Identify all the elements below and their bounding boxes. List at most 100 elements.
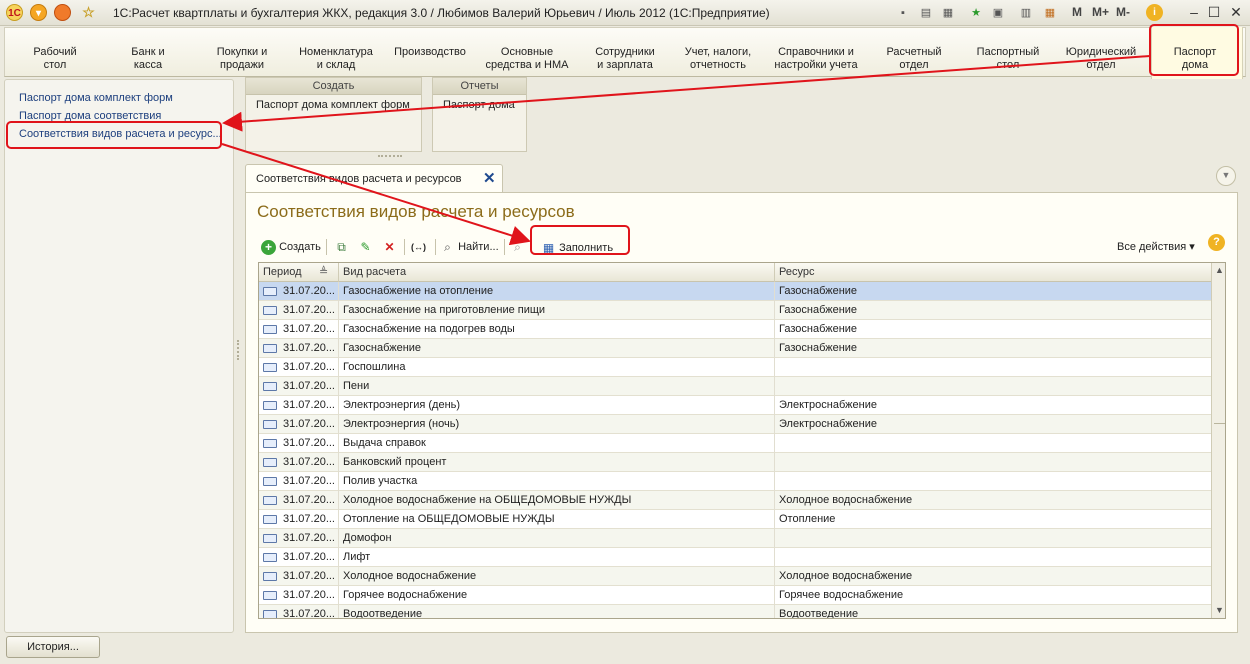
section-production[interactable]: Производство: [394, 46, 466, 59]
period-value: 31.07.20...: [283, 380, 335, 392]
period-cell: 31.07.20...: [259, 339, 339, 358]
record-icon: [263, 591, 277, 600]
column-kind[interactable]: Вид расчета: [339, 263, 775, 282]
table-row[interactable]: 31.07.20... Отопление на ОБЩЕДОМОВЫЕ НУЖД…: [259, 510, 1211, 529]
minimize-button[interactable]: –: [1184, 3, 1204, 21]
table-row[interactable]: 31.07.20... Выдача справок: [259, 434, 1211, 453]
calendar-icon[interactable]: ▦: [1042, 4, 1058, 22]
memory-plus-button[interactable]: M+: [1092, 5, 1109, 19]
record-icon: [263, 306, 277, 315]
column-resource[interactable]: Ресурс: [775, 263, 1211, 282]
section-desktop[interactable]: Рабочий стол: [33, 46, 76, 72]
section-references[interactable]: Справочники и настройки учета: [774, 46, 857, 72]
table-row[interactable]: 31.07.20... Холодное водоснабжение на ОБЩ…: [259, 491, 1211, 510]
memory-minus-button[interactable]: M-: [1116, 5, 1130, 19]
save-icon[interactable]: ▪: [895, 4, 911, 22]
create-group: Создать Паспорт дома комплект форм: [245, 77, 422, 152]
scroll-thumb[interactable]: [1214, 423, 1225, 443]
table-row[interactable]: 31.07.20... Газоснабжение на приготовлени…: [259, 301, 1211, 320]
kind-cell: Холодное водоснабжение на ОБЩЕДОМОВЫЕ НУ…: [339, 491, 775, 510]
main-menu-icon[interactable]: ▾: [30, 4, 47, 21]
table-row[interactable]: 31.07.20... Электроэнергия (день) Электрос…: [259, 396, 1211, 415]
table-row[interactable]: 31.07.20... Горячее водоснабжение Горячее …: [259, 586, 1211, 605]
section-accounting[interactable]: Учет, налоги, отчетность: [685, 46, 751, 72]
create-forms-link[interactable]: Паспорт дома комплект форм: [246, 95, 421, 115]
delete-button[interactable]: ✕: [382, 237, 397, 257]
maximize-button[interactable]: ☐: [1204, 3, 1224, 21]
create-button[interactable]: + Создать: [261, 237, 321, 257]
cancel-search-button[interactable]: ⌕: [510, 237, 525, 257]
history-button[interactable]: История...: [6, 636, 100, 658]
panel-splitter[interactable]: [237, 340, 240, 360]
edit-button[interactable]: ✎: [358, 237, 373, 257]
tab-resource-correspondences[interactable]: Соответствия видов расчета и ресурсов ✕: [245, 164, 503, 193]
period-cell: 31.07.20...: [259, 415, 339, 434]
section-purchases[interactable]: Покупки и продажи: [217, 46, 268, 72]
table-row[interactable]: 31.07.20... Газоснабжение на подогрев вод…: [259, 320, 1211, 339]
table-row[interactable]: 31.07.20... Холодное водоснабжение Холодно…: [259, 567, 1211, 586]
tabs-menu-icon[interactable]: ▼: [1216, 166, 1236, 186]
section-panel: Рабочий стол Банк и касса Покупки и прод…: [4, 27, 1246, 79]
close-tab-icon[interactable]: ✕: [483, 169, 496, 187]
add-favorite-icon[interactable]: ★: [968, 4, 984, 22]
scroll-down-icon[interactable]: ▼: [1212, 603, 1225, 618]
period-cell: 31.07.20...: [259, 377, 339, 396]
table-row[interactable]: 31.07.20... Домофон: [259, 529, 1211, 548]
period-value: 31.07.20...: [283, 608, 335, 619]
section-fixed-assets[interactable]: Основные средства и НМА: [486, 46, 569, 72]
command-splitter[interactable]: [378, 155, 402, 158]
table-row[interactable]: 31.07.20... Газоснабжение на отопление Газ…: [259, 282, 1211, 301]
report-house-passport-link[interactable]: Паспорт дома: [433, 95, 526, 115]
table-row[interactable]: 31.07.20... Водоотведение Водоотведение: [259, 605, 1211, 619]
nav-link-forms[interactable]: Паспорт дома комплект форм: [19, 92, 173, 104]
scroll-up-icon[interactable]: ▲: [1212, 263, 1225, 278]
kind-cell: Газоснабжение: [339, 339, 775, 358]
table-row[interactable]: 31.07.20... Лифт: [259, 548, 1211, 567]
find-button[interactable]: ⌕ Найти...: [440, 237, 499, 257]
toolbar-separator: [326, 239, 327, 255]
info-icon[interactable]: i: [1146, 4, 1163, 21]
period-value: 31.07.20...: [283, 285, 335, 297]
period-cell: 31.07.20...: [259, 301, 339, 320]
app-logo-icon[interactable]: 1С: [6, 4, 23, 21]
memory-m-button[interactable]: M: [1072, 5, 1082, 19]
print-icon[interactable]: ▤: [918, 4, 934, 22]
period-value: 31.07.20...: [283, 570, 335, 582]
table-row[interactable]: 31.07.20... Госпошлина: [259, 358, 1211, 377]
calculator-icon[interactable]: ▥: [1018, 4, 1034, 22]
section-employees[interactable]: Сотрудники и зарплата: [595, 46, 655, 72]
period-cell: 31.07.20...: [259, 605, 339, 619]
window-title: 1С:Расчет квартплаты и бухгалтерия ЖКХ, …: [113, 6, 770, 20]
period-cell: 31.07.20...: [259, 358, 339, 377]
table-row[interactable]: 31.07.20... Электроэнергия (ночь) Электрос…: [259, 415, 1211, 434]
section-passport-office[interactable]: Паспортный стол: [977, 46, 1040, 72]
period-cell: 31.07.20...: [259, 453, 339, 472]
period-cell: 31.07.20...: [259, 282, 339, 301]
section-settlement[interactable]: Расчетный отдел: [886, 46, 941, 72]
table-row[interactable]: 31.07.20... Полив участка: [259, 472, 1211, 491]
record-icon: [263, 287, 277, 296]
preview-icon[interactable]: ▦: [940, 4, 956, 22]
record-icon[interactable]: [54, 4, 71, 21]
favorites-star-icon[interactable]: ☆: [80, 4, 97, 21]
history-nav-icon[interactable]: ▣: [990, 4, 1006, 22]
vertical-scrollbar[interactable]: ▲ ▼: [1211, 263, 1225, 618]
section-nomenclature[interactable]: Номенклатура и склад: [299, 46, 373, 72]
section-bank[interactable]: Банк и касса: [131, 46, 164, 72]
period-value: 31.07.20...: [283, 494, 335, 506]
copy-button[interactable]: ⧉: [334, 237, 349, 257]
column-period[interactable]: Период ≜: [259, 263, 339, 282]
section-legal[interactable]: Юридический отдел: [1066, 46, 1136, 72]
table-row[interactable]: 31.07.20... Газоснабжение Газоснабжение: [259, 339, 1211, 358]
interval-icon: (↔): [411, 241, 426, 252]
interval-button[interactable]: (↔): [411, 237, 426, 257]
all-actions-menu[interactable]: Все действия ▾: [1117, 237, 1195, 257]
table-row[interactable]: 31.07.20... Пени: [259, 377, 1211, 396]
table-row[interactable]: 31.07.20... Банковский процент: [259, 453, 1211, 472]
data-table[interactable]: Период ≜ Вид расчета Ресурс 31.07.20... Га…: [258, 262, 1226, 619]
toolbar-separator: [404, 239, 405, 255]
close-button[interactable]: ✕: [1226, 3, 1246, 21]
help-icon[interactable]: ?: [1208, 234, 1225, 251]
copy-icon: ⧉: [337, 239, 346, 254]
period-value: 31.07.20...: [283, 589, 335, 601]
